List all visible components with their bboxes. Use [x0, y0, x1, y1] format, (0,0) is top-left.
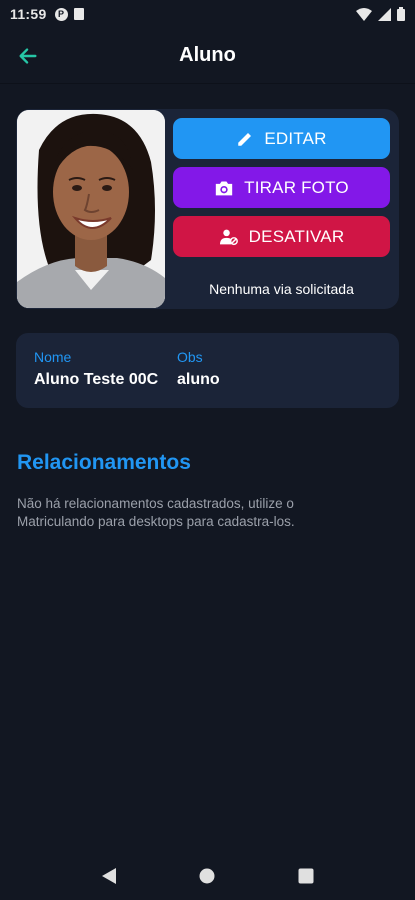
recents-square-icon: [298, 868, 314, 884]
via-status-text: Nenhuma via solicitada: [209, 281, 354, 297]
page-title: Aluno: [179, 44, 236, 66]
profile-actions: EDITAR TIRAR FOTO DESATIVAR: [173, 118, 390, 265]
p-icon: P: [54, 7, 68, 21]
nav-back-button[interactable]: [89, 856, 129, 896]
name-field: Nome Aluno Teste 00C: [34, 349, 158, 389]
profile-card: EDITAR TIRAR FOTO DESATIVAR Nenhuma via …: [16, 109, 399, 309]
arrow-left-icon: [19, 48, 37, 64]
signal-icon: [378, 7, 391, 21]
info-card: Nome Aluno Teste 00C Obs aluno: [16, 333, 399, 408]
status-time: 11:59: [10, 6, 47, 22]
home-circle-icon: [199, 868, 215, 884]
battery-icon: [397, 7, 405, 21]
obs-label: Obs: [177, 349, 203, 365]
back-button[interactable]: [12, 40, 44, 72]
pencil-icon: [238, 132, 252, 146]
take-photo-button-label: TIRAR FOTO: [244, 177, 349, 197]
sim-card-icon: [73, 8, 84, 20]
user-block-icon: [219, 229, 238, 245]
student-photo[interactable]: [17, 110, 165, 308]
edit-button-label: EDITAR: [264, 128, 327, 148]
obs-value: aluno: [177, 371, 220, 388]
nav-home-button[interactable]: [187, 856, 227, 896]
name-label: Nome: [34, 349, 72, 365]
obs-field: Obs aluno: [177, 349, 220, 389]
deactivate-button-label: DESATIVAR: [248, 226, 345, 246]
wifi-icon: [356, 7, 372, 21]
relationships-title: Relacionamentos: [17, 451, 191, 474]
back-triangle-icon: [102, 868, 117, 884]
system-nav-bar: [0, 852, 415, 900]
app-bar: Aluno: [0, 28, 415, 84]
student-photo-image: [17, 110, 165, 308]
system-icons: [356, 7, 405, 21]
deactivate-button[interactable]: DESATIVAR: [173, 216, 390, 257]
take-photo-button[interactable]: TIRAR FOTO: [173, 167, 390, 208]
status-bar: 11:59 P: [0, 0, 415, 28]
notification-icons: P: [54, 7, 84, 21]
camera-icon: [215, 180, 233, 195]
relationships-message: Não há relacionamentos cadastrados, util…: [17, 496, 295, 529]
name-value: Aluno Teste 00C: [34, 371, 159, 388]
edit-button[interactable]: EDITAR: [173, 118, 390, 159]
nav-recents-button[interactable]: [286, 856, 326, 896]
